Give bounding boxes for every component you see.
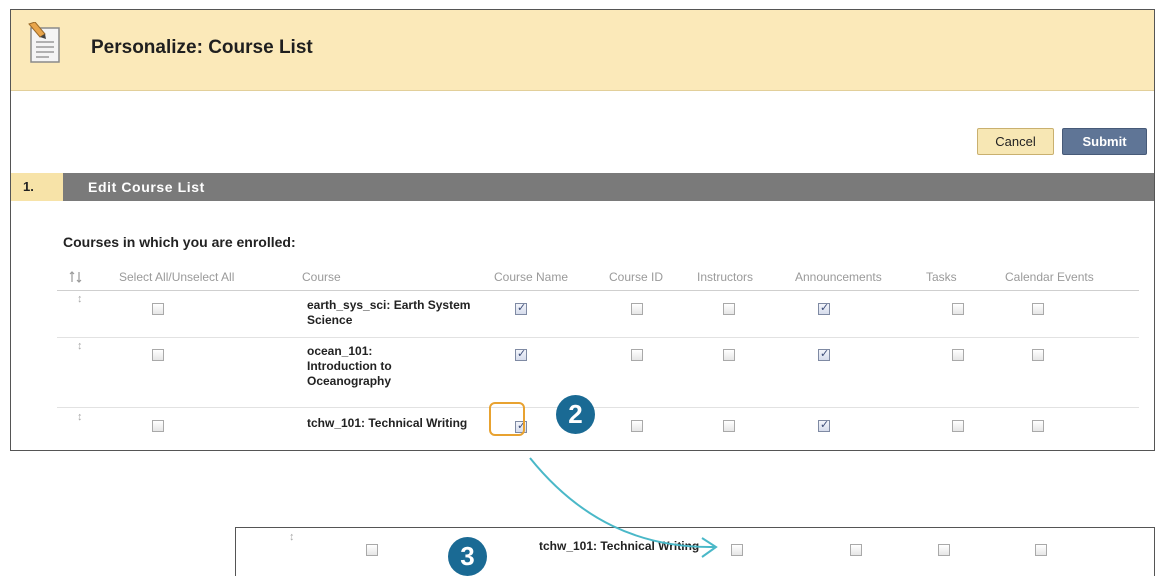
reorder-arrows-icon[interactable] [69,271,83,283]
edit-document-icon [28,22,60,63]
course-title: earth_sys_sci: Earth System Science [307,298,471,327]
calendar-events-checkbox[interactable] [1032,420,1044,432]
course-id-checkbox[interactable] [631,349,643,361]
step-three-badge: 3 [448,537,487,576]
course-title: ocean_101: Introduction to Oceanography [307,344,392,388]
calendar-events-checkbox[interactable] [1032,349,1044,361]
course-id-checkbox[interactable] [850,544,862,556]
drag-handle-icon[interactable]: ↕ [77,412,83,423]
header-divider [57,290,1139,291]
calendar-events-checkbox[interactable] [1032,303,1044,315]
course-id-checkbox[interactable] [631,303,643,315]
instructors-checkbox[interactable] [938,544,950,556]
course-id-checkbox[interactable] [631,420,643,432]
step-two-badge: 2 [556,395,595,434]
drag-handle-icon[interactable]: ↕ [77,294,83,305]
cancel-button[interactable]: Cancel [977,128,1054,155]
select-checkbox[interactable] [366,544,378,556]
drag-handle-icon[interactable]: ↕ [77,341,83,352]
step-bar: 1. Edit Course List [11,173,1154,201]
instructors-checkbox[interactable] [723,420,735,432]
col-header-announcements: Announcements [795,270,882,284]
row-divider [57,337,1139,338]
course-name-checkbox[interactable] [731,544,743,556]
result-row-strip: ↕ tchw_101: Technical Writing [235,527,1155,576]
drag-handle-icon[interactable]: ↕ [289,532,295,543]
col-header-course-id: Course ID [609,270,664,284]
col-header-calendar-events: Calendar Events [1005,270,1094,284]
course-name-highlight [489,402,525,436]
col-header-instructors: Instructors [697,270,754,284]
announcements-checkbox[interactable]: ✓ [818,348,830,361]
tasks-checkbox[interactable] [952,303,964,315]
tasks-checkbox[interactable] [952,349,964,361]
course-name-checkbox[interactable]: ✓ [515,302,527,315]
select-checkbox[interactable] [152,420,164,432]
step-label: Edit Course List [88,179,205,195]
col-header-select-all[interactable]: Select All/Unselect All [119,270,234,284]
page-header: Personalize: Course List [11,10,1154,91]
course-title: tchw_101: Technical Writing [307,416,468,430]
col-header-tasks: Tasks [926,270,957,284]
row-divider [57,407,1139,408]
page-title: Personalize: Course List [91,37,313,58]
course-title: tchw_101: Technical Writing [539,539,700,553]
announcements-checkbox[interactable] [1035,544,1047,556]
col-header-course-name: Course Name [494,270,569,284]
announcements-checkbox[interactable]: ✓ [818,302,830,315]
personalize-panel: Personalize: Course List Cancel Submit 1… [10,9,1155,451]
section-title: Courses in which you are enrolled: [63,234,296,250]
course-name-checkbox[interactable]: ✓ [515,348,527,361]
tasks-checkbox[interactable] [952,420,964,432]
step-number: 1. [11,173,63,201]
col-header-course: Course [302,270,341,284]
select-checkbox[interactable] [152,349,164,361]
submit-button[interactable]: Submit [1062,128,1147,155]
announcements-checkbox[interactable]: ✓ [818,419,830,432]
instructors-checkbox[interactable] [723,349,735,361]
select-checkbox[interactable] [152,303,164,315]
instructors-checkbox[interactable] [723,303,735,315]
